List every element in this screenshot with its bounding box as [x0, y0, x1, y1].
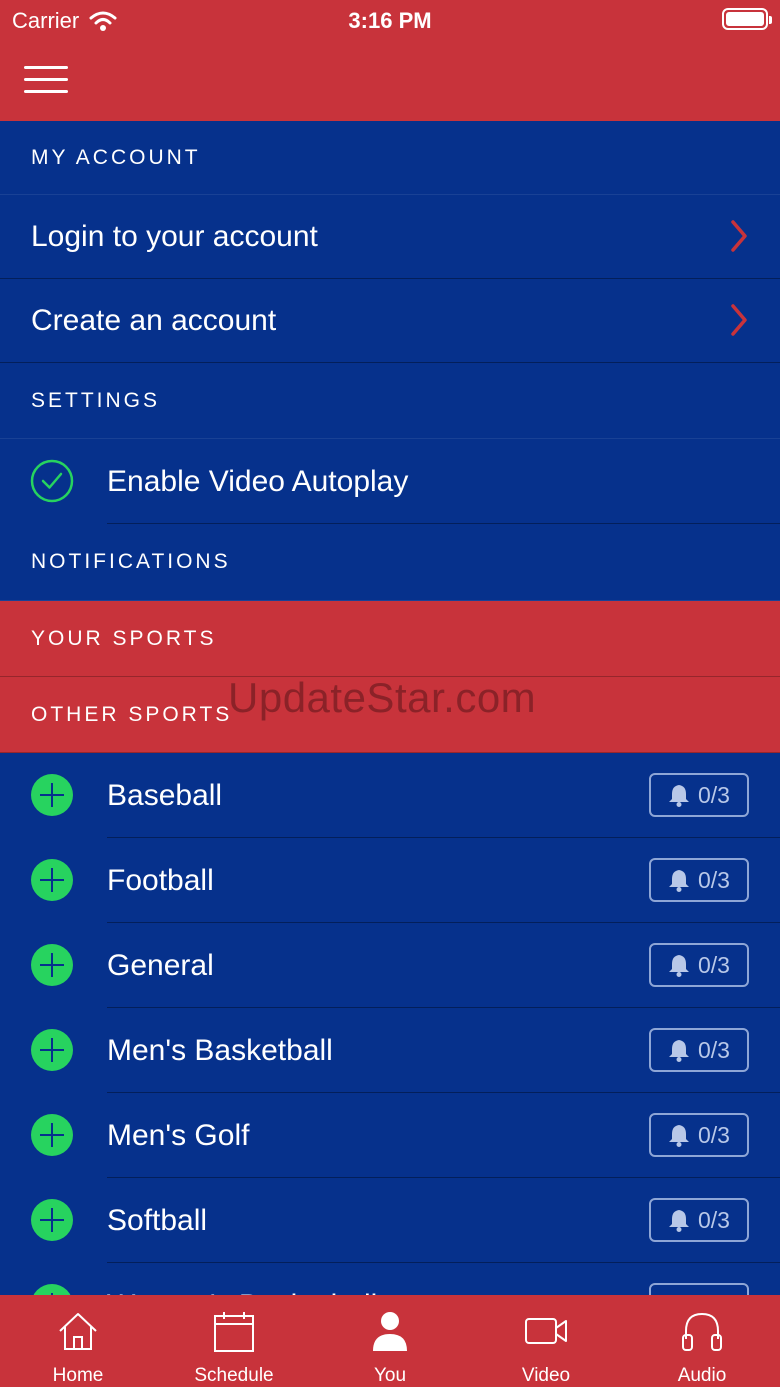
chevron-right-icon — [731, 220, 747, 252]
notification-count-badge[interactable]: 0/3 — [649, 1028, 749, 1072]
plus-circle-icon[interactable] — [30, 1028, 74, 1072]
sport-name: Softball — [107, 1203, 208, 1237]
plus-circle-icon[interactable] — [30, 1198, 74, 1242]
video-camera-icon — [525, 1318, 567, 1344]
notification-count-badge[interactable]: 0/3 — [649, 1198, 749, 1242]
tab-audio[interactable]: Audio — [624, 1295, 780, 1387]
tab-schedule-label: Schedule — [194, 1365, 274, 1386]
section-settings: SETTINGS — [0, 363, 780, 439]
tab-audio-label: Audio — [677, 1365, 727, 1386]
sports-list: Baseball 0/3 Football 0/3 General 0/3 Men's Ba… — [0, 753, 780, 1348]
sport-row[interactable]: Men's Basketball 0/3 — [0, 1008, 780, 1093]
notification-count: 0/3 — [698, 951, 730, 978]
calendar-icon — [214, 1312, 254, 1352]
section-notifications: NOTIFICATIONS — [0, 524, 780, 601]
tab-home[interactable]: Home — [0, 1295, 156, 1387]
tab-video-label: Video — [521, 1365, 571, 1386]
create-account-row[interactable]: Create an account — [0, 279, 780, 363]
status-time: 3:16 PM — [348, 8, 432, 33]
autoplay-row[interactable]: Enable Video Autoplay — [0, 439, 780, 524]
bell-icon — [669, 1040, 689, 1062]
bell-icon — [669, 870, 689, 892]
home-icon — [59, 1313, 97, 1350]
notification-count: 0/3 — [698, 1206, 730, 1233]
menu-icon[interactable] — [24, 66, 70, 94]
person-icon — [373, 1312, 407, 1351]
top-bar: Carrier 3:16 PM — [0, 0, 780, 121]
sport-row[interactable]: Softball 0/3 — [0, 1178, 780, 1263]
sport-name: General — [107, 948, 214, 982]
tab-home-label: Home — [52, 1365, 104, 1386]
plus-circle-icon[interactable] — [30, 1113, 74, 1157]
notification-count: 0/3 — [698, 1121, 730, 1148]
sport-name: Men's Golf — [107, 1118, 250, 1152]
bell-icon — [669, 1210, 689, 1232]
login-row[interactable]: Login to your account — [0, 195, 780, 279]
sport-row[interactable]: Baseball 0/3 — [0, 753, 780, 838]
section-your-sports: YOUR SPORTS — [0, 601, 780, 677]
tab-you[interactable]: You — [312, 1295, 468, 1387]
notification-count-badge[interactable]: 0/3 — [649, 1113, 749, 1157]
chevron-right-icon — [731, 304, 747, 336]
sport-row[interactable]: Men's Golf 0/3 — [0, 1093, 780, 1178]
section-other-sports: OTHER SPORTS — [0, 677, 780, 753]
notification-count: 0/3 — [698, 781, 730, 808]
notification-count-badge[interactable]: 0/3 — [649, 858, 749, 902]
headphones-icon — [682, 1312, 722, 1351]
plus-circle-icon[interactable] — [30, 858, 74, 902]
plus-circle-icon[interactable] — [30, 773, 74, 817]
tab-bar: Home Schedule You Video Audio — [0, 1295, 780, 1387]
tab-video[interactable]: Video — [468, 1295, 624, 1387]
settings-list: MY ACCOUNT Login to your account Create … — [0, 121, 780, 1348]
sport-name: Football — [107, 863, 214, 897]
sport-row[interactable]: Football 0/3 — [0, 838, 780, 923]
sport-name: Baseball — [107, 778, 223, 812]
notification-count: 0/3 — [698, 1036, 730, 1063]
sport-name: Men's Basketball — [107, 1033, 333, 1067]
tab-you-label: You — [373, 1365, 407, 1386]
plus-circle-icon[interactable] — [30, 943, 74, 987]
notification-count-badge[interactable]: 0/3 — [649, 943, 749, 987]
bell-icon — [669, 1125, 689, 1147]
checkmark-circle-icon[interactable] — [30, 459, 74, 503]
login-label: Login to your account — [31, 219, 318, 253]
notification-count: 0/3 — [698, 866, 730, 893]
bell-icon — [669, 955, 689, 977]
sport-row[interactable]: General 0/3 — [0, 923, 780, 1008]
tab-schedule[interactable]: Schedule — [156, 1295, 312, 1387]
section-my-account: MY ACCOUNT — [0, 121, 780, 195]
autoplay-label: Enable Video Autoplay — [107, 464, 409, 498]
notification-count-badge[interactable]: 0/3 — [649, 773, 749, 817]
bell-icon — [669, 785, 689, 807]
battery-icon — [722, 8, 772, 30]
create-account-label: Create an account — [31, 303, 277, 337]
